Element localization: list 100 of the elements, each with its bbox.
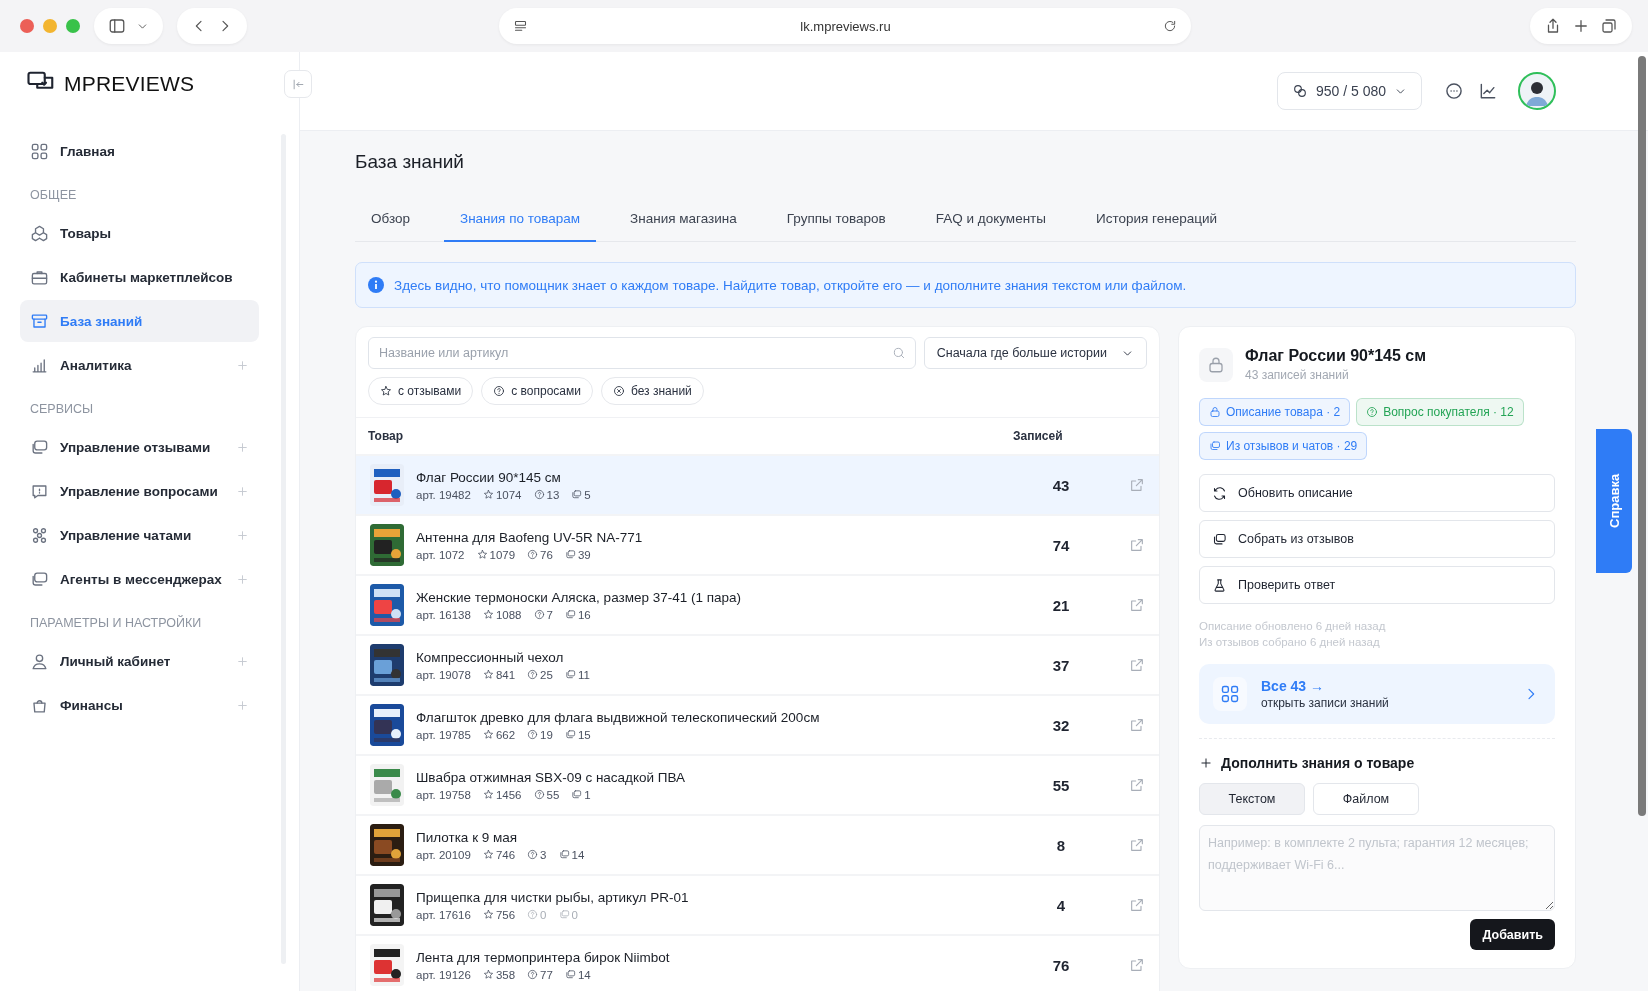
tag[interactable]: Из отзывов и чатов · 29 xyxy=(1199,432,1368,460)
page-title: База знаний xyxy=(355,150,465,174)
cross-circle-icon xyxy=(612,385,625,397)
plus-icon xyxy=(236,358,249,372)
tab[interactable]: Группы товаров xyxy=(770,197,902,242)
stat-count: 0 xyxy=(540,908,547,921)
table-row[interactable]: Пилотка к 9 мая арт. 20109 746 3 14 8 xyxy=(356,814,1159,874)
table-row[interactable]: Флаг России 90*145 см арт. 19482 1074 13 5 43 xyxy=(356,454,1159,514)
flask-icon xyxy=(1212,577,1227,593)
table-row[interactable]: Женские термоноски Аляска, размер 37-41 (1 пара) арт. 16138 1088 7 16 21 xyxy=(356,574,1159,634)
stat-count: 19 xyxy=(540,728,553,741)
chat-icon xyxy=(564,969,576,980)
stat-count: 1074 xyxy=(495,488,522,501)
mode-button[interactable]: Файлом xyxy=(1313,783,1419,815)
table-row[interactable]: Компрессионный чехол арт. 19078 841 25 11 37 xyxy=(356,634,1159,694)
question-icon xyxy=(533,609,545,620)
product-name: Женские термоноски Аляска, размер 37-41 (1 пара) xyxy=(416,589,743,605)
sidebar-item[interactable]: Аналитика xyxy=(20,344,259,386)
table-row[interactable]: Лента для термопринтера бирок Niimbot арт. 19126 358 77 14 76 xyxy=(356,934,1159,991)
chat-icon xyxy=(564,729,576,740)
tab[interactable]: История генераций xyxy=(1080,197,1234,242)
table-row[interactable]: Швабра отжимная SBX-09 с насадкой ПВА арт. 19758 1456 55 1 55 xyxy=(356,754,1159,814)
scrollbar[interactable] xyxy=(1638,56,1646,816)
filter-chip[interactable]: с вопросами xyxy=(481,377,593,405)
refresh-icon xyxy=(1212,485,1227,501)
close-window-icon[interactable] xyxy=(20,19,34,33)
external-link-icon xyxy=(1129,477,1145,493)
question-icon xyxy=(533,789,545,800)
tag[interactable]: Описание товара · 2 xyxy=(1199,398,1351,426)
stat-count: 7 xyxy=(546,608,553,621)
external-link-icon xyxy=(1129,657,1145,673)
mode-button[interactable]: Текстом xyxy=(1199,783,1305,815)
chat-icon xyxy=(1209,440,1221,452)
stat-count: 16 xyxy=(577,608,591,621)
stat-count: 358 xyxy=(495,968,516,981)
maximize-window-icon[interactable] xyxy=(66,19,80,33)
sidebar-item[interactable]: Кабинеты маркетплейсов xyxy=(20,256,259,298)
avatar[interactable] xyxy=(1518,72,1556,110)
product-title: Флаг России 90*145 см xyxy=(1245,347,1427,365)
stat-count: 662 xyxy=(495,728,516,741)
tab[interactable]: FAQ и документы xyxy=(919,197,1062,242)
sidebar-item[interactable]: Товары xyxy=(20,212,259,254)
records-count: 8 xyxy=(1055,836,1067,854)
url-text: lk.mpreviews.ru xyxy=(800,18,891,34)
action-button[interactable]: Собрать из отзывов xyxy=(1199,520,1555,558)
stat-count: 39 xyxy=(577,548,591,561)
section-heading: ОБЩЕЕ xyxy=(29,187,78,204)
section-title: Дополнить знания о товаре xyxy=(1221,755,1415,771)
sidebar-item[interactable]: Управление вопросами xyxy=(20,470,259,512)
external-link-icon xyxy=(1129,897,1145,913)
knowledge-text-field[interactable]: Например: в комплекте 2 пульта; гарантия 12 месяцев; поддерживает Wi-Fi 6... xyxy=(1199,825,1555,911)
stat-count: 1079 xyxy=(489,548,516,561)
minimize-window-icon[interactable] xyxy=(43,19,57,33)
star-icon xyxy=(482,669,494,680)
navigation-buttons[interactable] xyxy=(177,8,247,44)
filter-chip[interactable]: с отзывами xyxy=(368,377,474,405)
search-field[interactable]: Название или артикул xyxy=(368,337,916,369)
action-button[interactable]: Обновить описание xyxy=(1199,474,1555,512)
question-icon xyxy=(527,669,539,680)
table-row[interactable]: Флагшток древко для флага выдвижной телескопический 200см арт. 19785 662 19 15 32 xyxy=(356,694,1159,754)
tab[interactable]: Обзор xyxy=(355,197,426,242)
add-button[interactable]: Добавить xyxy=(1470,919,1555,950)
chat-icon xyxy=(564,549,576,560)
sidebar-item[interactable]: Личный кабинет xyxy=(20,640,259,682)
credits-dropdown[interactable]: 950 / 5 080 xyxy=(1276,72,1422,110)
sidebar-item[interactable]: Управление чатами xyxy=(20,514,259,556)
sidebar-item[interactable]: Агенты в мессенджерах xyxy=(20,558,259,600)
tab[interactable]: Знания по товарам xyxy=(444,197,597,242)
question-icon xyxy=(527,969,539,980)
analytics-button[interactable] xyxy=(1478,81,1498,101)
star-icon xyxy=(482,849,494,860)
sidebar-item[interactable]: Управление отзывами xyxy=(20,426,259,468)
stat-count: 55 xyxy=(546,788,560,801)
page-icon xyxy=(513,18,528,34)
plus-icon xyxy=(236,528,249,542)
chat-button[interactable] xyxy=(1444,81,1464,101)
tab[interactable]: Знания магазина xyxy=(614,197,753,242)
stat-count: 5 xyxy=(584,488,591,501)
star-icon xyxy=(482,489,494,500)
action-button[interactable]: Проверить ответ xyxy=(1199,566,1555,604)
sidebar-item[interactable]: Финансы xyxy=(20,684,259,726)
sort-dropdown[interactable]: Сначала где больше истории xyxy=(923,337,1147,369)
table-row[interactable]: Антенна для Baofeng UV-5R NA-771 арт. 1072 1079 76 39 74 xyxy=(356,514,1159,574)
records-count: 43 xyxy=(1051,476,1071,494)
archive-icon xyxy=(30,311,49,331)
collapse-button[interactable] xyxy=(284,70,312,98)
article-number: арт. 19785 xyxy=(416,728,471,741)
all-records-link[interactable]: Все 43 → открыть записи знаний xyxy=(1199,664,1555,724)
help-tab[interactable]: Справка xyxy=(1596,429,1632,573)
product-name: Пилотка к 9 мая xyxy=(416,829,519,845)
section-heading: СЕРВИСЫ xyxy=(29,401,95,418)
sidebar-item[interactable]: Главная xyxy=(20,130,259,172)
external-link-icon xyxy=(1129,777,1145,793)
sidebar-item[interactable]: База знаний xyxy=(20,300,259,342)
filter-chip[interactable]: без знаний xyxy=(600,377,704,405)
question-icon xyxy=(527,909,539,920)
plus-icon xyxy=(236,484,249,498)
product-name: Флаг России 90*145 см xyxy=(416,469,562,485)
address-bar[interactable]: lk.mpreviews.ru xyxy=(499,8,1191,44)
table-row[interactable]: Прищепка для чистки рыбы, артикул PR-01 арт. 17616 756 0 0 4 xyxy=(356,874,1159,934)
